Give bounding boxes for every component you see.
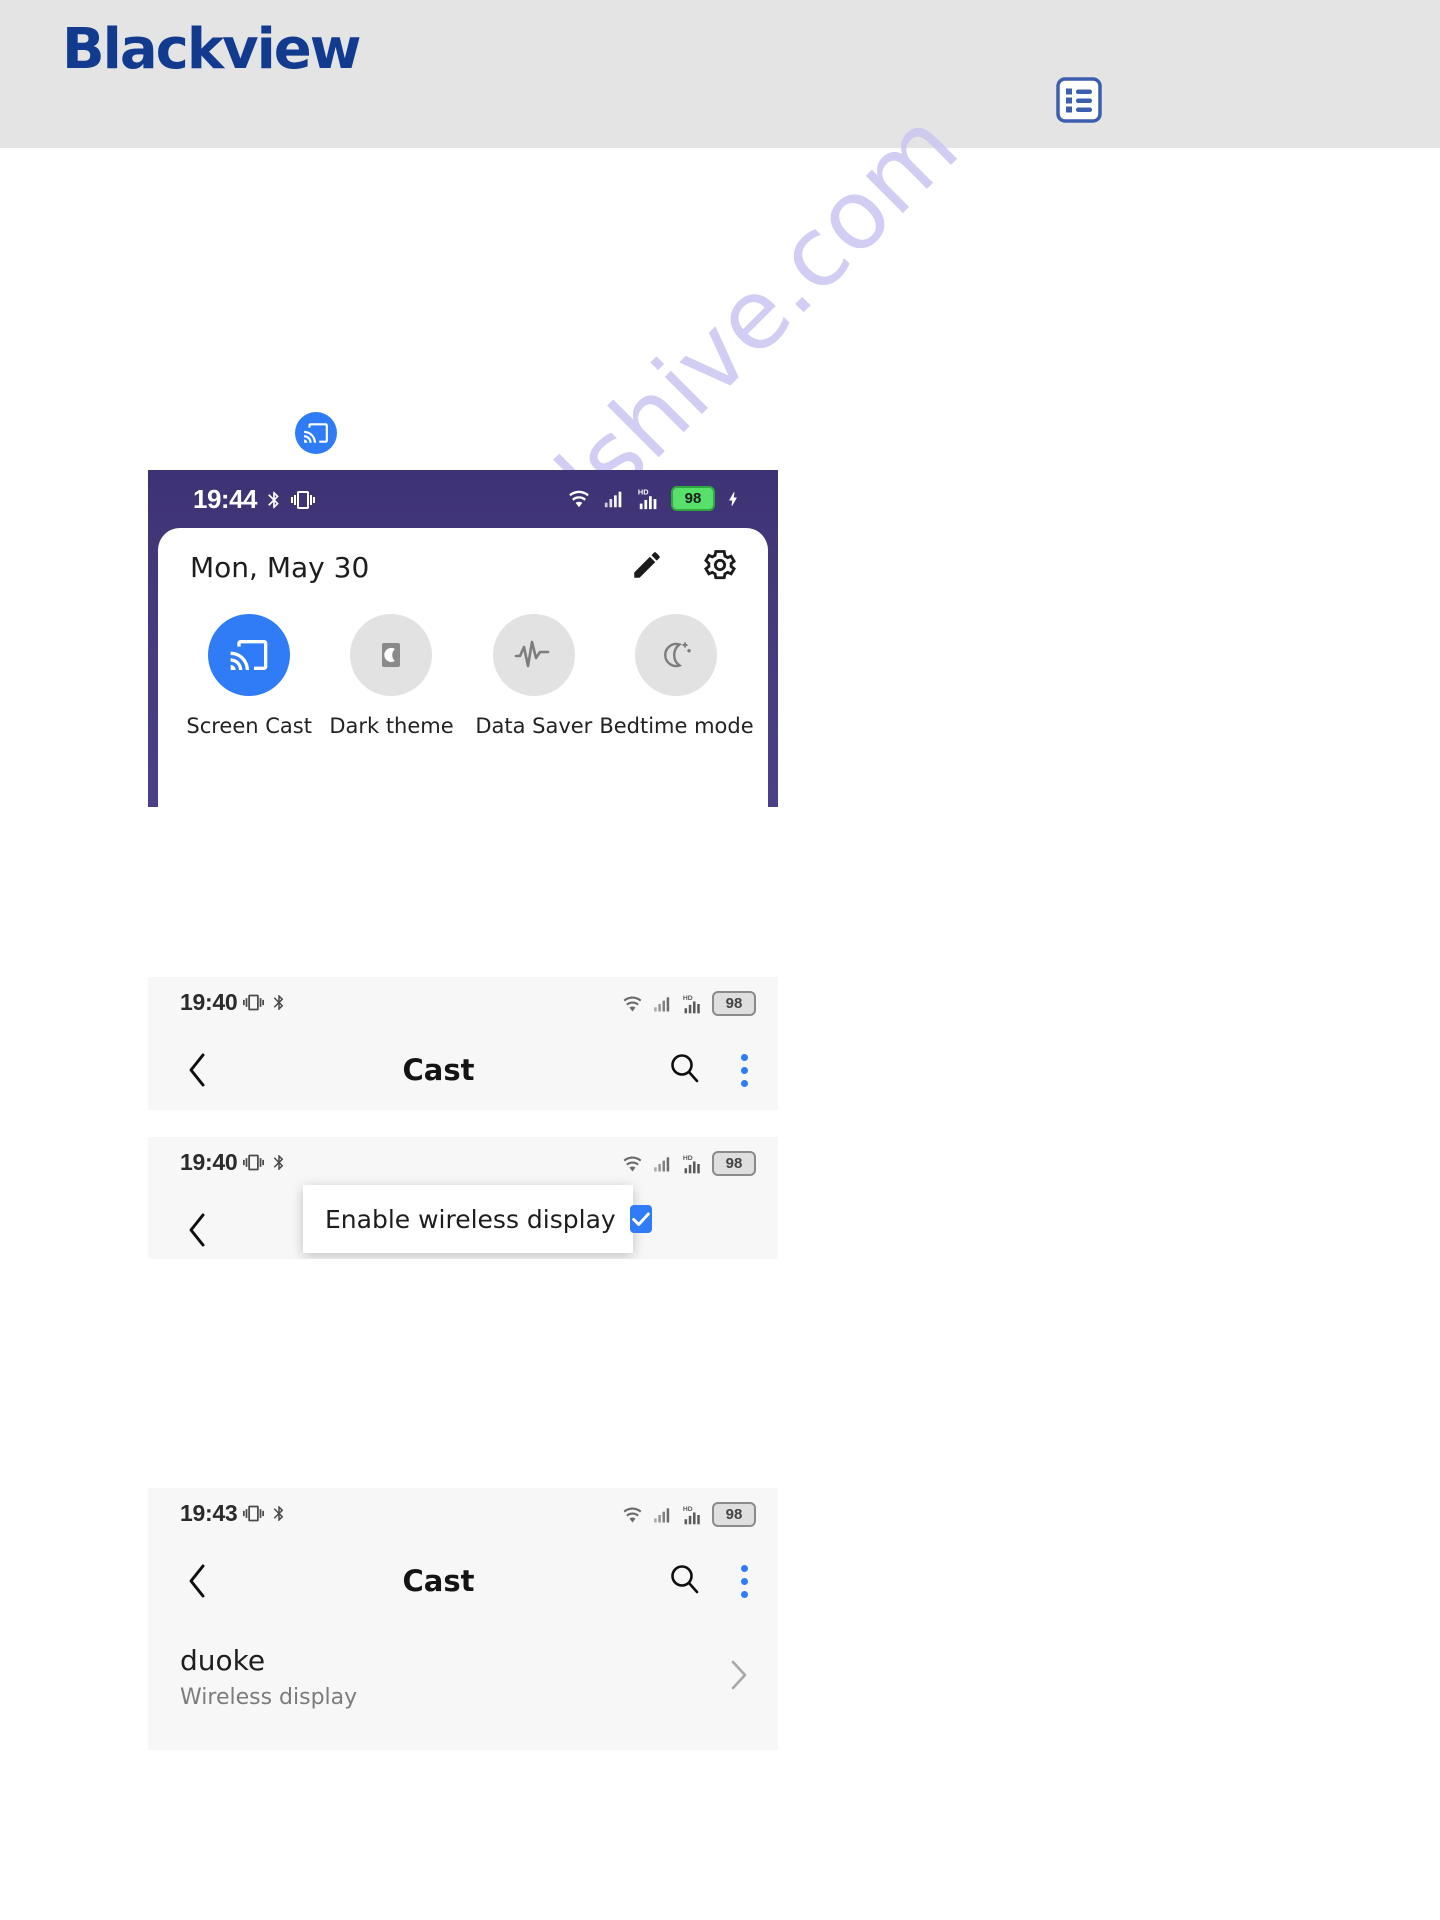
cast-a-appbar: Cast xyxy=(148,1033,778,1107)
checkbox-checked-icon[interactable] xyxy=(629,1205,652,1233)
vibrate-icon xyxy=(291,490,315,509)
more-vertical-icon[interactable] xyxy=(733,1053,756,1087)
device-subtitle: Wireless display xyxy=(180,1685,358,1710)
qs-tile-bedtime-mode[interactable]: Bedtime mode xyxy=(599,614,754,738)
screenshot-quick-settings: 19:44 HD 98 Mon, May 30 Screen Cast Dark… xyxy=(148,470,778,807)
qs-tile-label: Bedtime mode xyxy=(599,714,754,738)
hd-signal-icon: HD xyxy=(683,994,700,1013)
signal-icon xyxy=(604,491,622,507)
screenshot-cast-appbar: 19:40 HD 98 Cast xyxy=(148,977,778,1110)
qs-tile-label: Screen Cast xyxy=(186,714,312,738)
bluetooth-icon xyxy=(274,1506,284,1521)
hd-signal-icon: HD xyxy=(683,1154,700,1173)
cast-b-status-right: HD 98 xyxy=(621,1151,756,1176)
svg-text:HD: HD xyxy=(683,1505,693,1512)
cast-b-clock: 19:40 xyxy=(180,1149,238,1175)
vibrate-icon xyxy=(243,1154,265,1171)
qs-tile-label: Dark theme xyxy=(329,714,454,738)
chevron-right-icon[interactable] xyxy=(728,1658,750,1697)
qs-tile-screen-cast[interactable]: Screen Cast xyxy=(178,614,320,738)
pencil-icon[interactable] xyxy=(630,548,664,587)
cast-a-status-bar: 19:40 HD 98 xyxy=(148,977,778,1033)
device-name: duoke xyxy=(180,1644,266,1677)
list-item[interactable]: duoke Wireless display xyxy=(148,1644,778,1710)
bluetooth-icon xyxy=(274,1155,284,1170)
screenshot-cast-device-list: 19:43 HD 98 Cast duoke Wireless display xyxy=(148,1488,778,1750)
cast-c-title: Cast xyxy=(402,1564,475,1598)
page-root: Blackview manualshive.com 19:44 HD 98 Mo… xyxy=(0,0,1440,1920)
moon-icon xyxy=(350,614,433,696)
wifi-icon xyxy=(623,1156,642,1171)
qs-tile-label: Data Saver xyxy=(475,714,593,738)
quick-settings-tiles: Screen Cast Dark theme Data Saver Bedtim… xyxy=(158,606,768,738)
cast-c-status-left: 19:43 xyxy=(180,1500,288,1527)
qs-status-right: HD 98 xyxy=(566,486,742,511)
more-vertical-icon[interactable] xyxy=(733,1564,756,1598)
cast-c-appbar: Cast xyxy=(148,1544,778,1618)
chevron-left-icon[interactable] xyxy=(174,1211,220,1249)
search-icon[interactable] xyxy=(667,1050,703,1091)
bedtime-icon xyxy=(635,614,718,696)
qs-status-bar: 19:44 HD 98 xyxy=(148,470,778,534)
bluetooth-icon xyxy=(274,995,284,1010)
overflow-menu-popup[interactable]: Enable wireless display xyxy=(303,1185,652,1253)
bluetooth-icon xyxy=(268,491,279,508)
cast-c-clock: 19:43 xyxy=(180,1500,238,1526)
qs-tile-data-saver[interactable]: Data Saver xyxy=(463,614,605,738)
wifi-icon xyxy=(623,996,642,1011)
wifi-icon xyxy=(569,490,589,507)
cast-a-title: Cast xyxy=(402,1053,475,1087)
qs-battery-level: 98 xyxy=(671,486,715,511)
search-icon[interactable] xyxy=(667,1561,703,1602)
qs-clock: 19:44 xyxy=(193,484,258,514)
wifi-icon xyxy=(623,1507,642,1522)
signal-icon xyxy=(654,1507,670,1522)
qs-tile-dark-theme[interactable]: Dark theme xyxy=(320,614,462,738)
signal-icon xyxy=(654,1156,670,1171)
qs-status-left: 19:44 xyxy=(193,484,315,515)
vibrate-icon xyxy=(243,994,265,1011)
cast-badge-icon xyxy=(295,412,337,454)
cast-a-battery-level: 98 xyxy=(712,991,756,1016)
svg-text:HD: HD xyxy=(683,994,693,1001)
quick-settings-card: Mon, May 30 Screen Cast Dark theme Data … xyxy=(158,528,768,807)
screenshot-cast-menu: 19:40 HD 98 Enable wireless display xyxy=(148,1137,778,1259)
cast-c-battery-level: 98 xyxy=(712,1502,756,1527)
pulse-icon xyxy=(492,614,575,696)
cast-icon xyxy=(208,614,291,696)
vibrate-icon xyxy=(243,1505,265,1522)
quick-settings-date: Mon, May 30 xyxy=(190,550,370,584)
cast-b-battery-level: 98 xyxy=(712,1151,756,1176)
cast-c-status-right: HD 98 xyxy=(621,1502,756,1527)
gear-icon[interactable] xyxy=(702,547,738,588)
svg-text:HD: HD xyxy=(638,487,649,496)
svg-text:HD: HD xyxy=(683,1154,693,1161)
cast-a-status-left: 19:40 xyxy=(180,989,288,1016)
cast-b-status-left: 19:40 xyxy=(180,1149,288,1176)
menu-item-enable-wireless-display: Enable wireless display xyxy=(325,1204,616,1234)
charging-bolt-icon xyxy=(729,491,737,506)
list-icon[interactable] xyxy=(1055,76,1103,124)
quick-settings-header: Mon, May 30 xyxy=(158,528,768,606)
cast-a-status-right: HD 98 xyxy=(621,991,756,1016)
signal-icon xyxy=(654,996,670,1011)
cast-a-clock: 19:40 xyxy=(180,989,238,1015)
hd-signal-icon: HD xyxy=(683,1505,700,1524)
site-header: Blackview xyxy=(0,0,1440,148)
hd-signal-icon: HD xyxy=(638,487,657,509)
cast-c-status-bar: 19:43 HD 98 xyxy=(148,1488,778,1544)
brand-logo: Blackview xyxy=(62,17,362,82)
